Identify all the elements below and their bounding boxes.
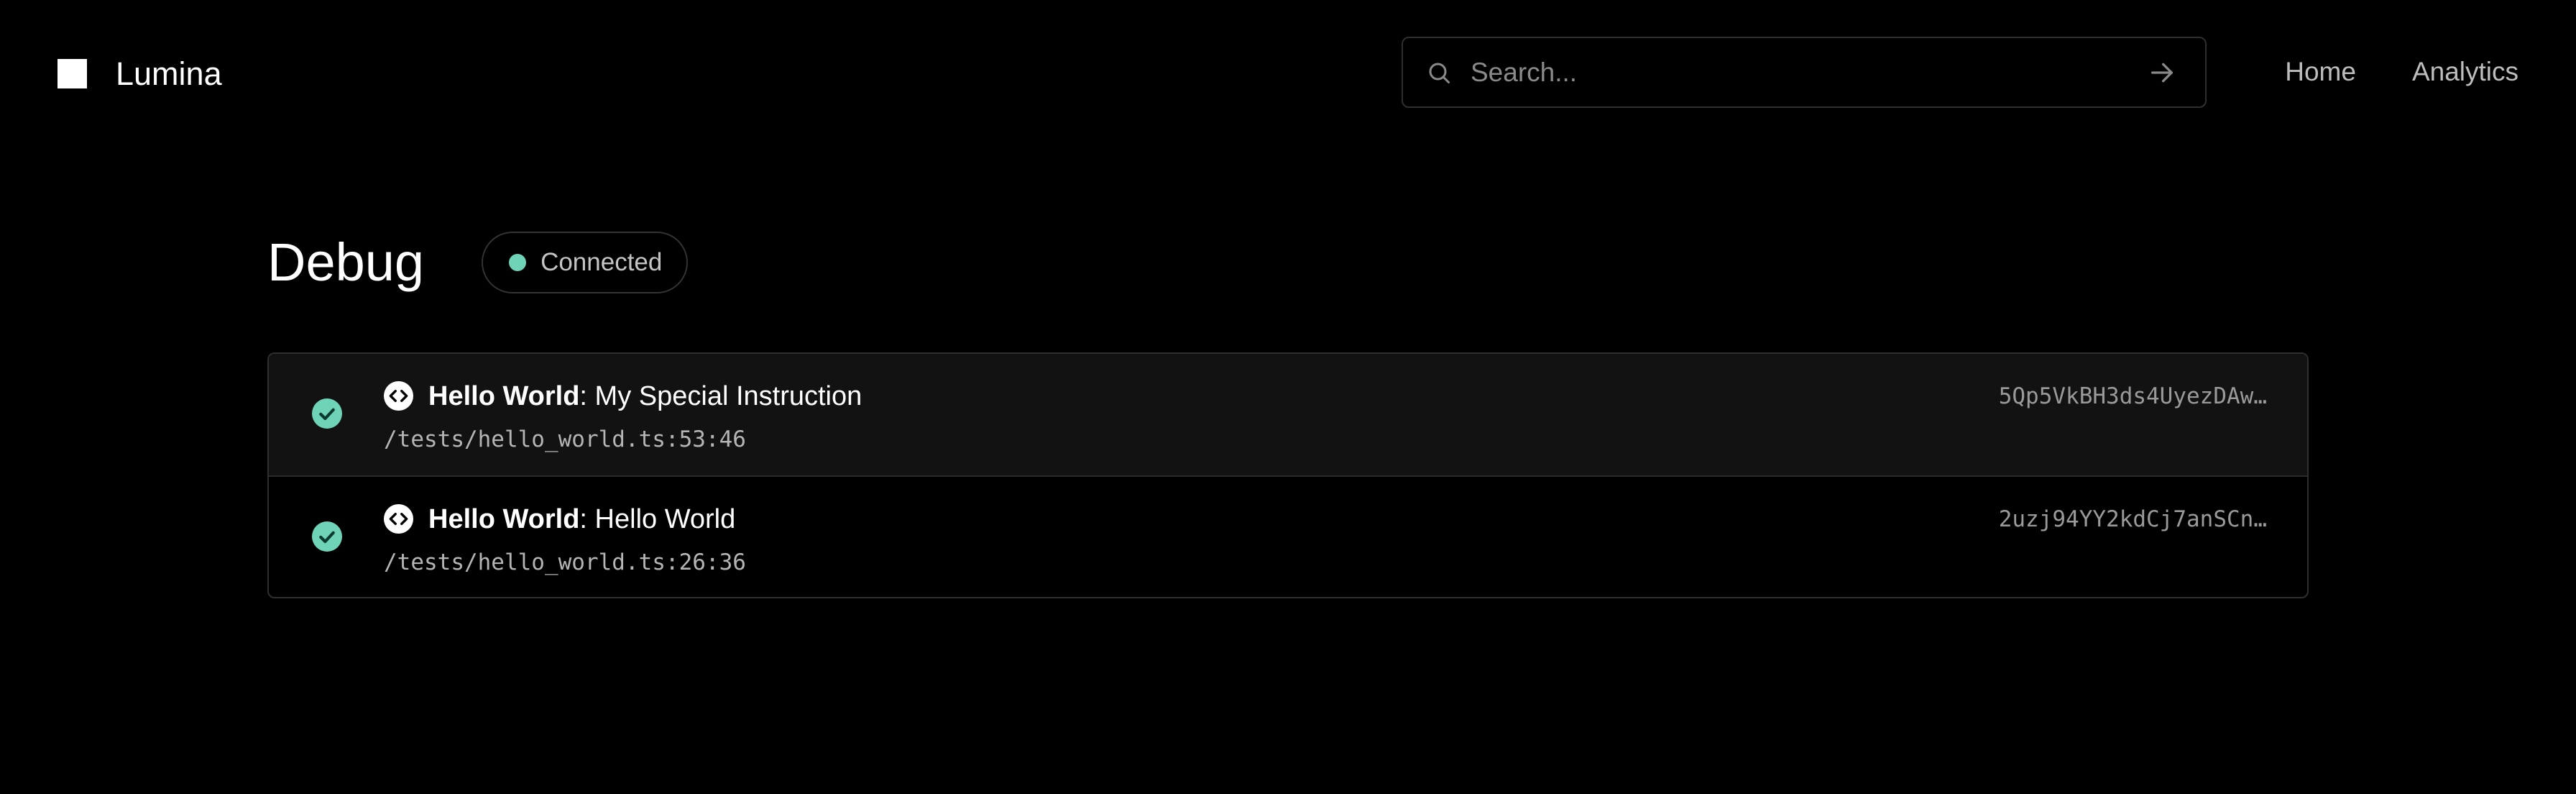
page-title: Debug <box>267 232 425 292</box>
check-circle-icon <box>312 398 342 429</box>
nav-link-analytics[interactable]: Analytics <box>2412 56 2518 88</box>
arrow-right-icon <box>2151 63 2173 82</box>
logo-square-icon <box>58 59 87 88</box>
top-nav: Home Analytics <box>2285 56 2518 88</box>
check-circle-icon <box>312 521 342 552</box>
nav-link-home[interactable]: Home <box>2285 56 2356 88</box>
brand-name: Lumina <box>116 55 222 92</box>
status-badge: Connected <box>482 232 689 293</box>
run-suite-name: Hello World <box>428 504 580 534</box>
status-dot-icon <box>509 254 527 271</box>
run-title-separator: : <box>579 381 595 411</box>
search-icon <box>1429 63 1450 83</box>
run-instruction-name: My Special Instruction <box>594 381 862 411</box>
run-suite-name: Hello World <box>428 381 580 411</box>
run-file-path: /tests/hello_world.ts:53:46 <box>384 426 746 452</box>
search-input[interactable] <box>1471 57 2148 88</box>
run-list: Hello World: My Special Instruction /tes… <box>267 352 2309 598</box>
run-title-separator: : <box>579 504 595 534</box>
run-instruction-name: Hello World <box>594 504 736 534</box>
run-title: Hello World: My Special Instruction <box>428 380 862 413</box>
run-file-path: /tests/hello_world.ts:26:36 <box>384 549 746 575</box>
top-header: Lumina Home Analytics <box>0 0 2576 144</box>
search-submit-button[interactable] <box>2148 58 2176 87</box>
page-title-row: Debug Connected <box>267 232 689 293</box>
run-row[interactable]: Hello World: Hello World /tests/hello_wo… <box>269 475 2307 597</box>
run-row[interactable]: Hello World: My Special Instruction /tes… <box>269 354 2307 475</box>
run-hash: 5Qp5VkBH3ds4UyezDAw… <box>1998 383 2267 409</box>
search-bar <box>1402 37 2207 108</box>
brand[interactable]: Lumina <box>58 58 222 90</box>
code-icon <box>384 504 413 534</box>
status-text: Connected <box>540 248 663 276</box>
run-title: Hello World: Hello World <box>428 503 735 536</box>
code-icon <box>384 381 413 411</box>
run-hash: 2uzj94YY2kdCj7anSCn… <box>1998 506 2267 532</box>
